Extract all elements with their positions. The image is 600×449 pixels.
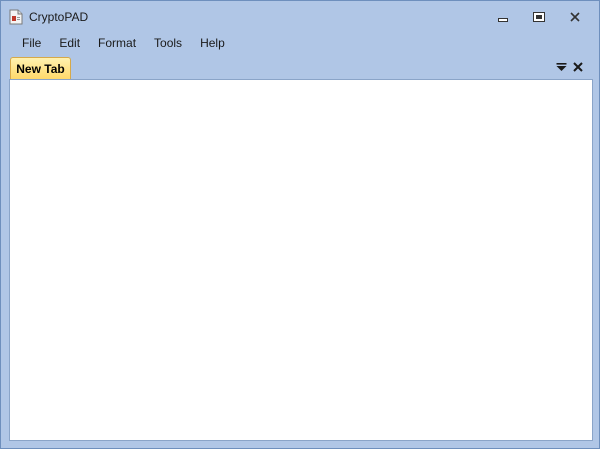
title-bar[interactable]: CryptoPAD xyxy=(1,1,599,31)
tab-strip: New Tab xyxy=(1,55,599,79)
window-title: CryptoPAD xyxy=(29,10,89,24)
tab-list-dropdown-icon xyxy=(556,63,566,71)
minimize-button[interactable] xyxy=(492,9,514,25)
tab-label: New Tab xyxy=(16,61,65,76)
maximize-button[interactable] xyxy=(528,9,550,25)
menu-format[interactable]: Format xyxy=(89,33,145,53)
tab-new-tab[interactable]: New Tab xyxy=(10,57,71,79)
menu-tools[interactable]: Tools xyxy=(145,33,191,53)
menu-file[interactable]: File xyxy=(13,33,50,53)
document-icon xyxy=(9,9,23,25)
tab-list-dropdown-button[interactable] xyxy=(554,60,568,74)
close-icon xyxy=(570,12,580,22)
maximize-icon xyxy=(533,12,545,22)
menu-bar: File Edit Format Tools Help xyxy=(1,32,599,54)
minimize-icon xyxy=(498,18,508,22)
app-window: CryptoPAD File Edit Format Tools Help Ne… xyxy=(0,0,600,449)
tab-close-button[interactable] xyxy=(571,60,585,74)
editor-textarea[interactable] xyxy=(9,79,593,441)
menu-help[interactable]: Help xyxy=(191,33,234,53)
close-button[interactable] xyxy=(564,9,586,25)
menu-edit[interactable]: Edit xyxy=(50,33,89,53)
tab-close-icon xyxy=(573,62,583,72)
